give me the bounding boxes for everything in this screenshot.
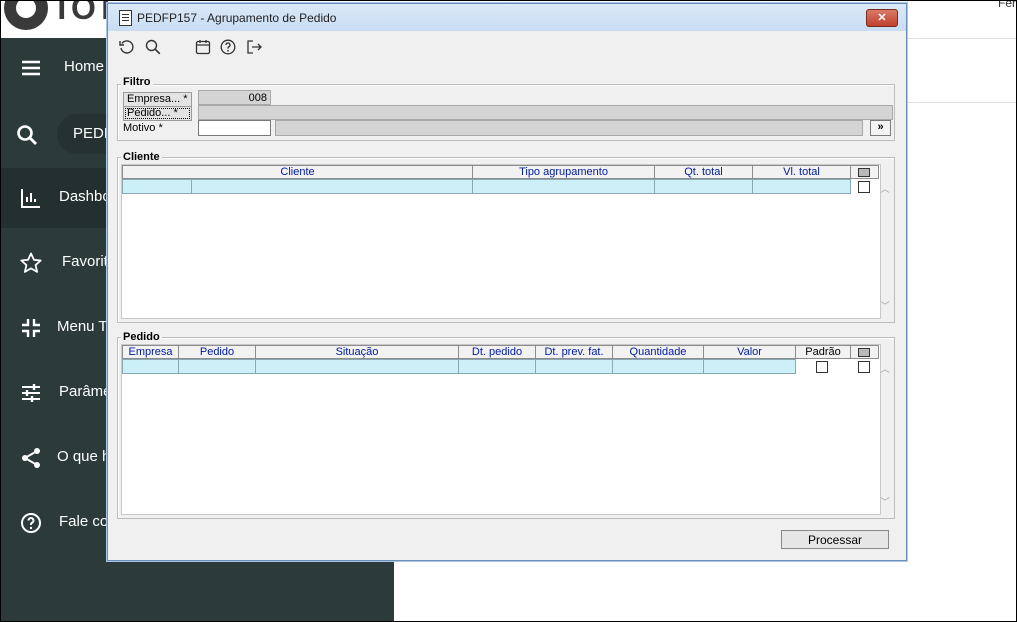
sidebar-item-label: Favorit <box>62 253 108 270</box>
scroll-down-icon[interactable]: ﹀ <box>880 302 890 311</box>
empresa-column-header[interactable]: Empresa <box>122 345 179 359</box>
scroll-up-icon[interactable]: ︿ <box>880 365 890 374</box>
pedido-row-cell[interactable] <box>458 359 536 374</box>
tipo-agrupamento-column-header[interactable]: Tipo agrupamento <box>472 165 655 179</box>
dt-prev-fat-column-header[interactable]: Dt. prev. fat. <box>535 345 613 359</box>
cliente-column-header[interactable]: Cliente <box>122 165 473 179</box>
menu-icon <box>22 60 40 76</box>
sliders-icon <box>22 384 40 402</box>
cliente-row-cell[interactable] <box>472 179 655 194</box>
scroll-down-icon[interactable]: ﹀ <box>880 498 890 507</box>
pedido-group-label: Pedido <box>121 331 162 343</box>
select-all-checkbox[interactable] <box>858 168 870 177</box>
content-divider <box>905 102 1017 103</box>
search-icon[interactable] <box>144 38 162 56</box>
pedido-row-cell[interactable] <box>178 359 256 374</box>
help-circle-icon <box>21 513 41 533</box>
header-divider <box>905 38 1017 39</box>
motivo-more-button[interactable]: » <box>870 120 891 136</box>
sidebar-item-label: Parâme <box>59 383 112 400</box>
sidebar-item-label: Menu T <box>57 318 108 335</box>
dialog-window: PEDFP157 - Agrupamento de Pedido ✕ Filtr… <box>107 3 907 561</box>
motivo-label: Motivo * <box>123 122 163 134</box>
situacao-column-header[interactable]: Situação <box>255 345 459 359</box>
valor-column-header[interactable]: Valor <box>703 345 796 359</box>
document-icon <box>119 10 132 26</box>
cliente-row-cell[interactable] <box>654 179 753 194</box>
pedido-column-header[interactable]: Pedido <box>178 345 256 359</box>
title-bar: PEDFP157 - Agrupamento de Pedido ✕ <box>108 4 906 31</box>
collapse-icon <box>22 319 40 337</box>
scroll-up-icon[interactable]: ︿ <box>880 185 890 194</box>
pedido-row-checkbox[interactable] <box>858 361 870 373</box>
empresa-field[interactable]: 008 <box>198 90 271 105</box>
pedido-row-cell[interactable] <box>703 359 796 374</box>
vl-total-column-header[interactable]: Vl. total <box>752 165 851 179</box>
top-right-text: Fer <box>998 0 1016 10</box>
dt-pedido-column-header[interactable]: Dt. pedido <box>458 345 536 359</box>
cliente-row-cell[interactable] <box>191 179 473 194</box>
sidebar-item-label: Fale co <box>59 513 109 530</box>
search-icon <box>17 125 37 145</box>
pedido-row-cell[interactable] <box>535 359 613 374</box>
calendar-icon[interactable] <box>194 38 212 56</box>
pedido-row-cell[interactable] <box>122 359 179 374</box>
bar-chart-icon <box>21 189 40 208</box>
quantidade-column-header[interactable]: Quantidade <box>612 345 704 359</box>
sidebar-item-label: Home <box>64 58 105 75</box>
toolbar <box>108 31 906 61</box>
logo-text: TOT <box>52 0 116 26</box>
close-button[interactable]: ✕ <box>866 9 898 27</box>
star-icon <box>20 252 42 273</box>
sidebar-item-label: O que h <box>57 448 111 465</box>
pedido-row-cell[interactable] <box>255 359 459 374</box>
filtro-group-label: Filtro <box>121 76 153 88</box>
motivo-description-field <box>275 120 863 136</box>
pedido-field[interactable] <box>198 105 893 120</box>
help-icon[interactable] <box>219 38 237 56</box>
cliente-row-checkbox[interactable] <box>858 181 870 193</box>
select-all-checkbox[interactable] <box>858 348 870 357</box>
dialog-title: PEDFP157 - Agrupamento de Pedido <box>137 11 337 25</box>
undo-icon[interactable] <box>118 38 136 56</box>
share-icon <box>22 448 40 468</box>
empresa-lookup-button[interactable]: Empresa... * <box>123 92 192 107</box>
exit-icon[interactable] <box>245 38 263 56</box>
qt-total-column-header[interactable]: Qt. total <box>654 165 753 179</box>
padrao-column-header[interactable]: Padrão <box>795 345 851 359</box>
sidebar-item-label: Dashbo <box>59 188 111 205</box>
cliente-group-label: Cliente <box>121 151 162 163</box>
pedido-row-cell[interactable] <box>612 359 704 374</box>
cliente-row-cell[interactable] <box>122 179 192 194</box>
processar-button[interactable]: Processar <box>781 530 889 549</box>
padrao-checkbox[interactable] <box>816 361 828 373</box>
pedido-lookup-button[interactable]: Pedido... * <box>123 106 192 121</box>
cliente-row-cell[interactable] <box>752 179 851 194</box>
motivo-code-input[interactable] <box>198 120 271 136</box>
logo-icon <box>4 0 48 30</box>
